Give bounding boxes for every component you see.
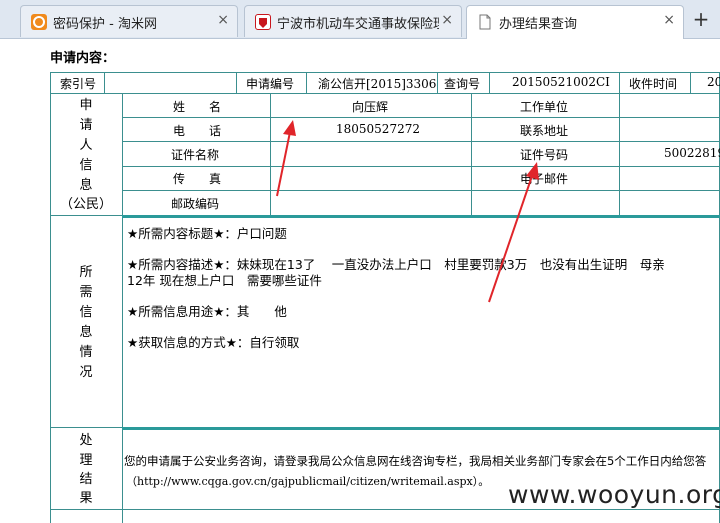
query-no-value: 20150521002CI xyxy=(512,75,610,89)
info-title-line: ★所需内容标题★：户口问题 xyxy=(127,226,287,241)
query-no-label: 查询号 xyxy=(444,77,481,91)
address-label: 联系地址 xyxy=(520,124,569,138)
name-value: 向压辉 xyxy=(352,100,389,114)
phone-value: 18050527272 xyxy=(336,122,420,136)
receive-time-value: 20 xyxy=(707,75,720,89)
phone-label: 电 话 xyxy=(173,124,222,138)
email-label: 电子邮件 xyxy=(520,172,569,186)
result-url-line: （http://www.cqga.gov.cn/gajpublicmail/ci… xyxy=(126,475,490,488)
wooyun-watermark: www.wooyun.org xyxy=(508,480,720,509)
info-usage-line: ★所需信息用途★：其 他 xyxy=(127,304,287,319)
apply-no-label: 申请编号 xyxy=(246,77,295,91)
result-line: 您的申请属于公安业务咨询，请登录我局公众信息网在线咨询专栏，我局相关业务部门专家… xyxy=(124,454,707,468)
info-desc-line: 12年 现在想上户口 需要哪些证件 xyxy=(127,273,322,288)
id-number-value: 500228199 xyxy=(664,146,720,160)
apply-no-value: 渝公信开[2015]3306 xyxy=(318,77,437,91)
work-unit-label: 工作单位 xyxy=(520,100,569,114)
id-number-label: 证件号码 xyxy=(520,148,569,162)
name-label: 姓 名 xyxy=(173,100,222,114)
postcode-label: 邮政编码 xyxy=(171,197,220,211)
info-content: ★所需内容标题★：户口问题 ★所需内容描述★：妹妹现在13了 一直没办法上户口 … xyxy=(123,219,720,426)
index-label: 索引号 xyxy=(60,77,97,91)
receive-time-label: 收件时间 xyxy=(629,77,678,91)
id-name-label: 证件名称 xyxy=(171,148,220,162)
fax-label: 传 真 xyxy=(173,172,222,186)
info-method-line: ★获取信息的方式★：自行领取 xyxy=(127,335,300,350)
